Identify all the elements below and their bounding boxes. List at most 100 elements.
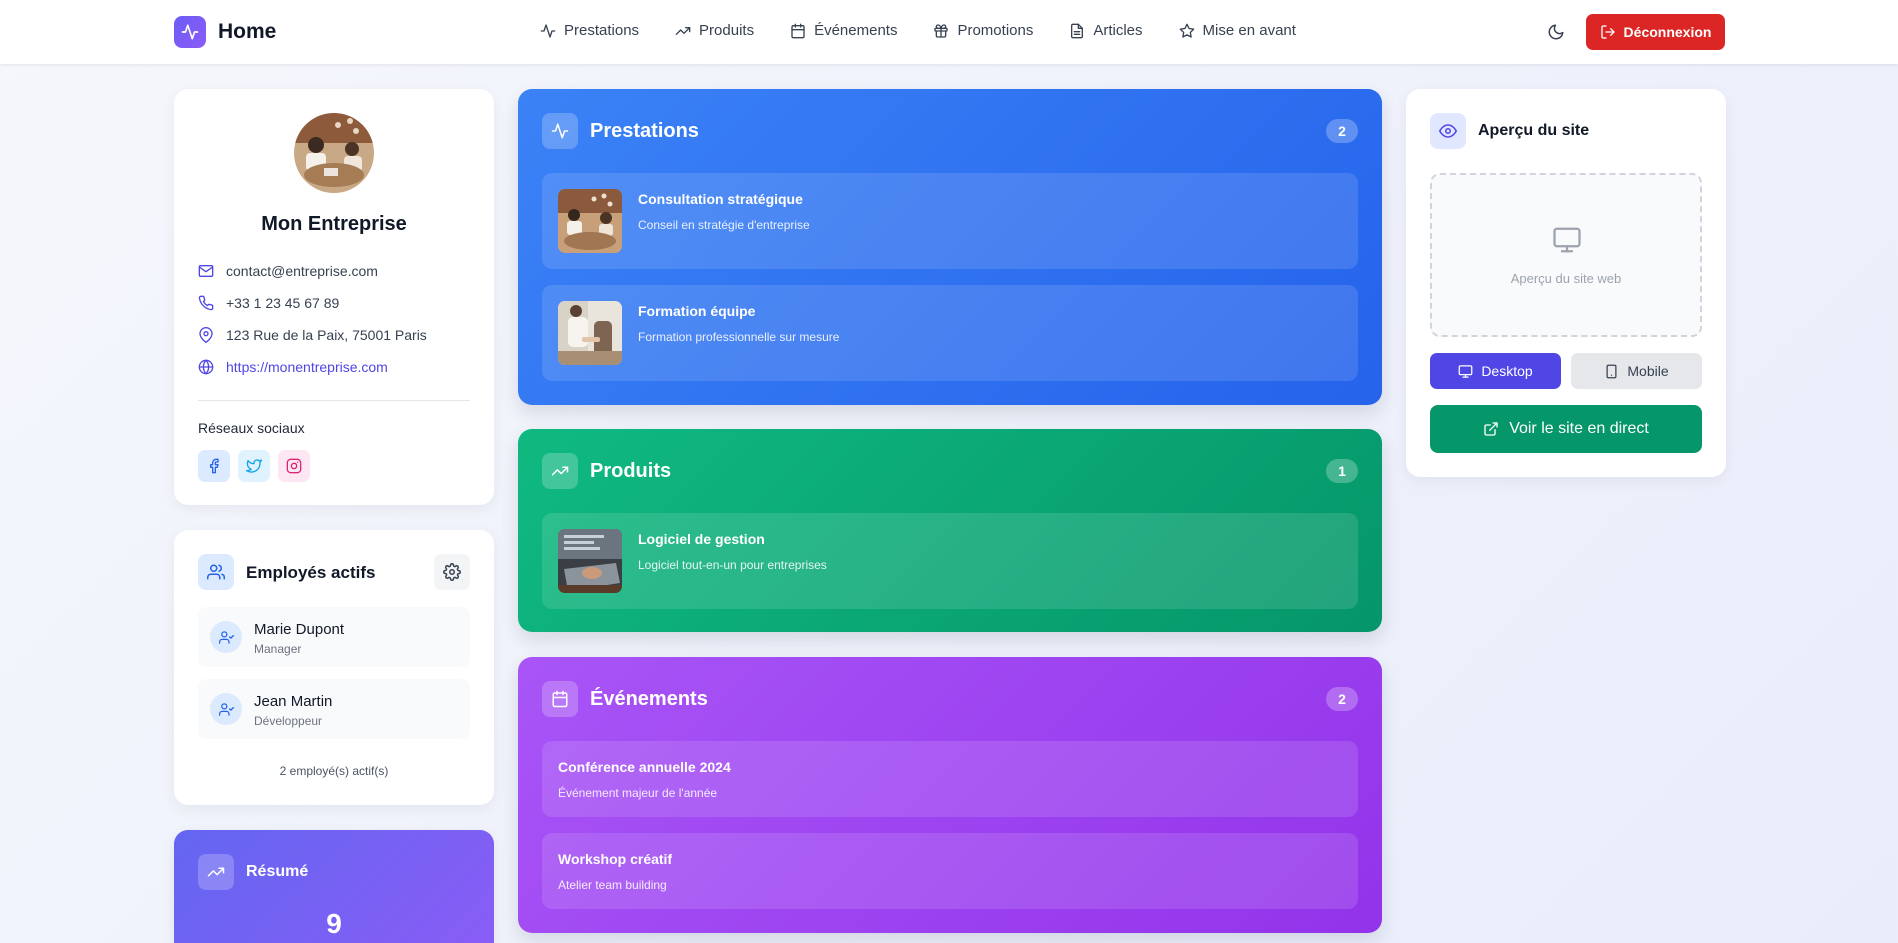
monitor-icon <box>1552 225 1582 255</box>
nav-item-label: Événements <box>814 22 898 39</box>
summary-card: Résumé 9 <box>174 830 494 943</box>
page-title: Home <box>218 20 277 43</box>
main-nav: Prestations Produits Événements Promotio… <box>540 22 1332 39</box>
nav-item-promotions[interactable]: Promotions <box>933 22 1033 39</box>
employee-name: Jean Martin <box>254 693 333 710</box>
moon-icon <box>1548 24 1564 40</box>
twitter-button[interactable] <box>238 450 270 482</box>
item-title: Workshop créatif <box>558 851 673 867</box>
nav-item-articles[interactable]: Articles <box>1069 22 1143 39</box>
monitor-icon <box>1458 364 1473 378</box>
nav-item-label: Articles <box>1093 22 1143 39</box>
nav-item-label: Prestations <box>564 22 640 39</box>
gear-icon <box>443 563 461 581</box>
event-item[interactable]: Workshop créatif Atelier team building <box>542 833 1358 909</box>
count-badge: 2 <box>1326 687 1358 711</box>
item-thumbnail <box>558 301 622 365</box>
event-item[interactable]: Conférence annuelle 2024 Événement majeu… <box>542 741 1358 817</box>
prestation-item[interactable]: Consultation stratégique Conseil en stra… <box>542 173 1358 269</box>
star-icon <box>1179 23 1194 38</box>
section-title: Produits <box>590 460 672 482</box>
prestations-section: Prestations 2 Consultation stratégique C… <box>518 89 1382 405</box>
facebook-icon <box>210 458 219 474</box>
employee-item[interactable]: Marie Dupont Manager <box>198 607 470 667</box>
facebook-button[interactable] <box>198 450 230 482</box>
employees-settings-button[interactable] <box>434 554 470 590</box>
map-pin-icon <box>199 327 213 343</box>
trending-up-icon <box>542 453 578 489</box>
site-preview-card: Aperçu du site Aperçu du site web Deskto… <box>1406 89 1726 477</box>
nav-item-evenements[interactable]: Événements <box>790 22 897 39</box>
website-link[interactable]: https://monentreprise.com <box>226 359 388 375</box>
product-item[interactable]: Logiciel de gestion Logiciel tout-en-un … <box>542 513 1358 609</box>
item-description: Événement majeur de l'année <box>558 786 718 800</box>
trending-up-icon <box>675 26 691 35</box>
contact-email[interactable]: contact@entreprise.com <box>198 263 378 279</box>
contact-phone[interactable]: +33 1 23 45 67 89 <box>198 295 339 311</box>
mobile-view-button[interactable]: Mobile <box>1571 353 1702 389</box>
view-live-site-button[interactable]: Voir le site en direct <box>1430 405 1702 453</box>
contact-website[interactable]: https://monentreprise.com <box>198 359 388 375</box>
company-profile-card: Mon Entreprise contact@entreprise.com +3… <box>174 89 494 505</box>
top-navbar: Home Prestations Produits Événements Pro… <box>0 0 1898 64</box>
item-title: Formation équipe <box>638 303 756 319</box>
prestation-item[interactable]: Formation équipe Formation professionnel… <box>542 285 1358 381</box>
user-check-icon <box>210 621 242 653</box>
user-check-icon <box>210 693 242 725</box>
desktop-view-button[interactable]: Desktop <box>1430 353 1561 389</box>
logout-label: Déconnexion <box>1623 24 1712 40</box>
mobile-label: Mobile <box>1627 363 1669 379</box>
live-label: Voir le site en direct <box>1509 420 1649 437</box>
address-text: 123 Rue de la Paix, 75001 Paris <box>226 327 427 343</box>
instagram-icon <box>286 458 302 474</box>
preview-placeholder: Aperçu du site web <box>1510 271 1622 286</box>
globe-icon <box>198 359 214 375</box>
produits-section: Produits 1 Logiciel de gestion Logiciel … <box>518 429 1382 632</box>
desktop-label: Desktop <box>1481 363 1533 379</box>
activity-icon <box>540 23 556 38</box>
preview-title: Aperçu du site <box>1478 122 1590 139</box>
email-text: contact@entreprise.com <box>226 263 378 279</box>
section-title: Événements <box>590 688 708 710</box>
divider <box>198 400 470 401</box>
social-links <box>198 450 310 482</box>
activity-icon <box>174 16 206 48</box>
phone-icon <box>198 295 214 311</box>
nav-item-prestations[interactable]: Prestations <box>540 22 639 39</box>
employee-role: Développeur <box>254 714 323 728</box>
trending-up-icon <box>198 854 234 890</box>
employee-role: Manager <box>254 642 302 656</box>
theme-toggle-button[interactable] <box>1544 20 1568 44</box>
summary-title: Résumé <box>246 863 309 880</box>
item-title: Logiciel de gestion <box>638 531 765 547</box>
item-description: Conseil en stratégie d'entreprise <box>638 218 810 232</box>
section-title: Prestations <box>590 120 699 142</box>
contact-address: 123 Rue de la Paix, 75001 Paris <box>198 327 427 343</box>
nav-item-mise-en-avant[interactable]: Mise en avant <box>1179 22 1296 39</box>
employee-item[interactable]: Jean Martin Développeur <box>198 679 470 739</box>
nav-item-label: Mise en avant <box>1202 22 1296 39</box>
calendar-icon <box>542 681 578 717</box>
phone-text: +33 1 23 45 67 89 <box>226 295 340 311</box>
external-link-icon <box>1484 422 1498 436</box>
smartphone-icon <box>1606 364 1617 378</box>
count-badge: 2 <box>1326 119 1358 143</box>
item-title: Conférence annuelle 2024 <box>558 759 731 775</box>
nav-item-produits[interactable]: Produits <box>675 22 754 39</box>
item-description: Logiciel tout-en-un pour entreprises <box>638 558 827 572</box>
evenements-section: Événements 2 Conférence annuelle 2024 Év… <box>518 657 1382 933</box>
summary-total: 9 <box>326 908 342 939</box>
logout-button[interactable]: Déconnexion <box>1586 14 1725 50</box>
social-title: Réseaux sociaux <box>198 420 305 436</box>
twitter-icon <box>246 459 262 473</box>
preview-frame: Aperçu du site web <box>1430 173 1702 337</box>
mail-icon <box>198 265 214 277</box>
gift-icon <box>934 23 949 38</box>
users-icon <box>198 554 234 590</box>
employee-count: 2 employé(s) actif(s) <box>279 764 389 778</box>
instagram-button[interactable] <box>278 450 310 482</box>
count-badge: 1 <box>1326 459 1358 483</box>
brand[interactable]: Home <box>174 16 276 48</box>
company-name: Mon Entreprise <box>261 213 407 235</box>
employee-name: Marie Dupont <box>254 621 345 638</box>
